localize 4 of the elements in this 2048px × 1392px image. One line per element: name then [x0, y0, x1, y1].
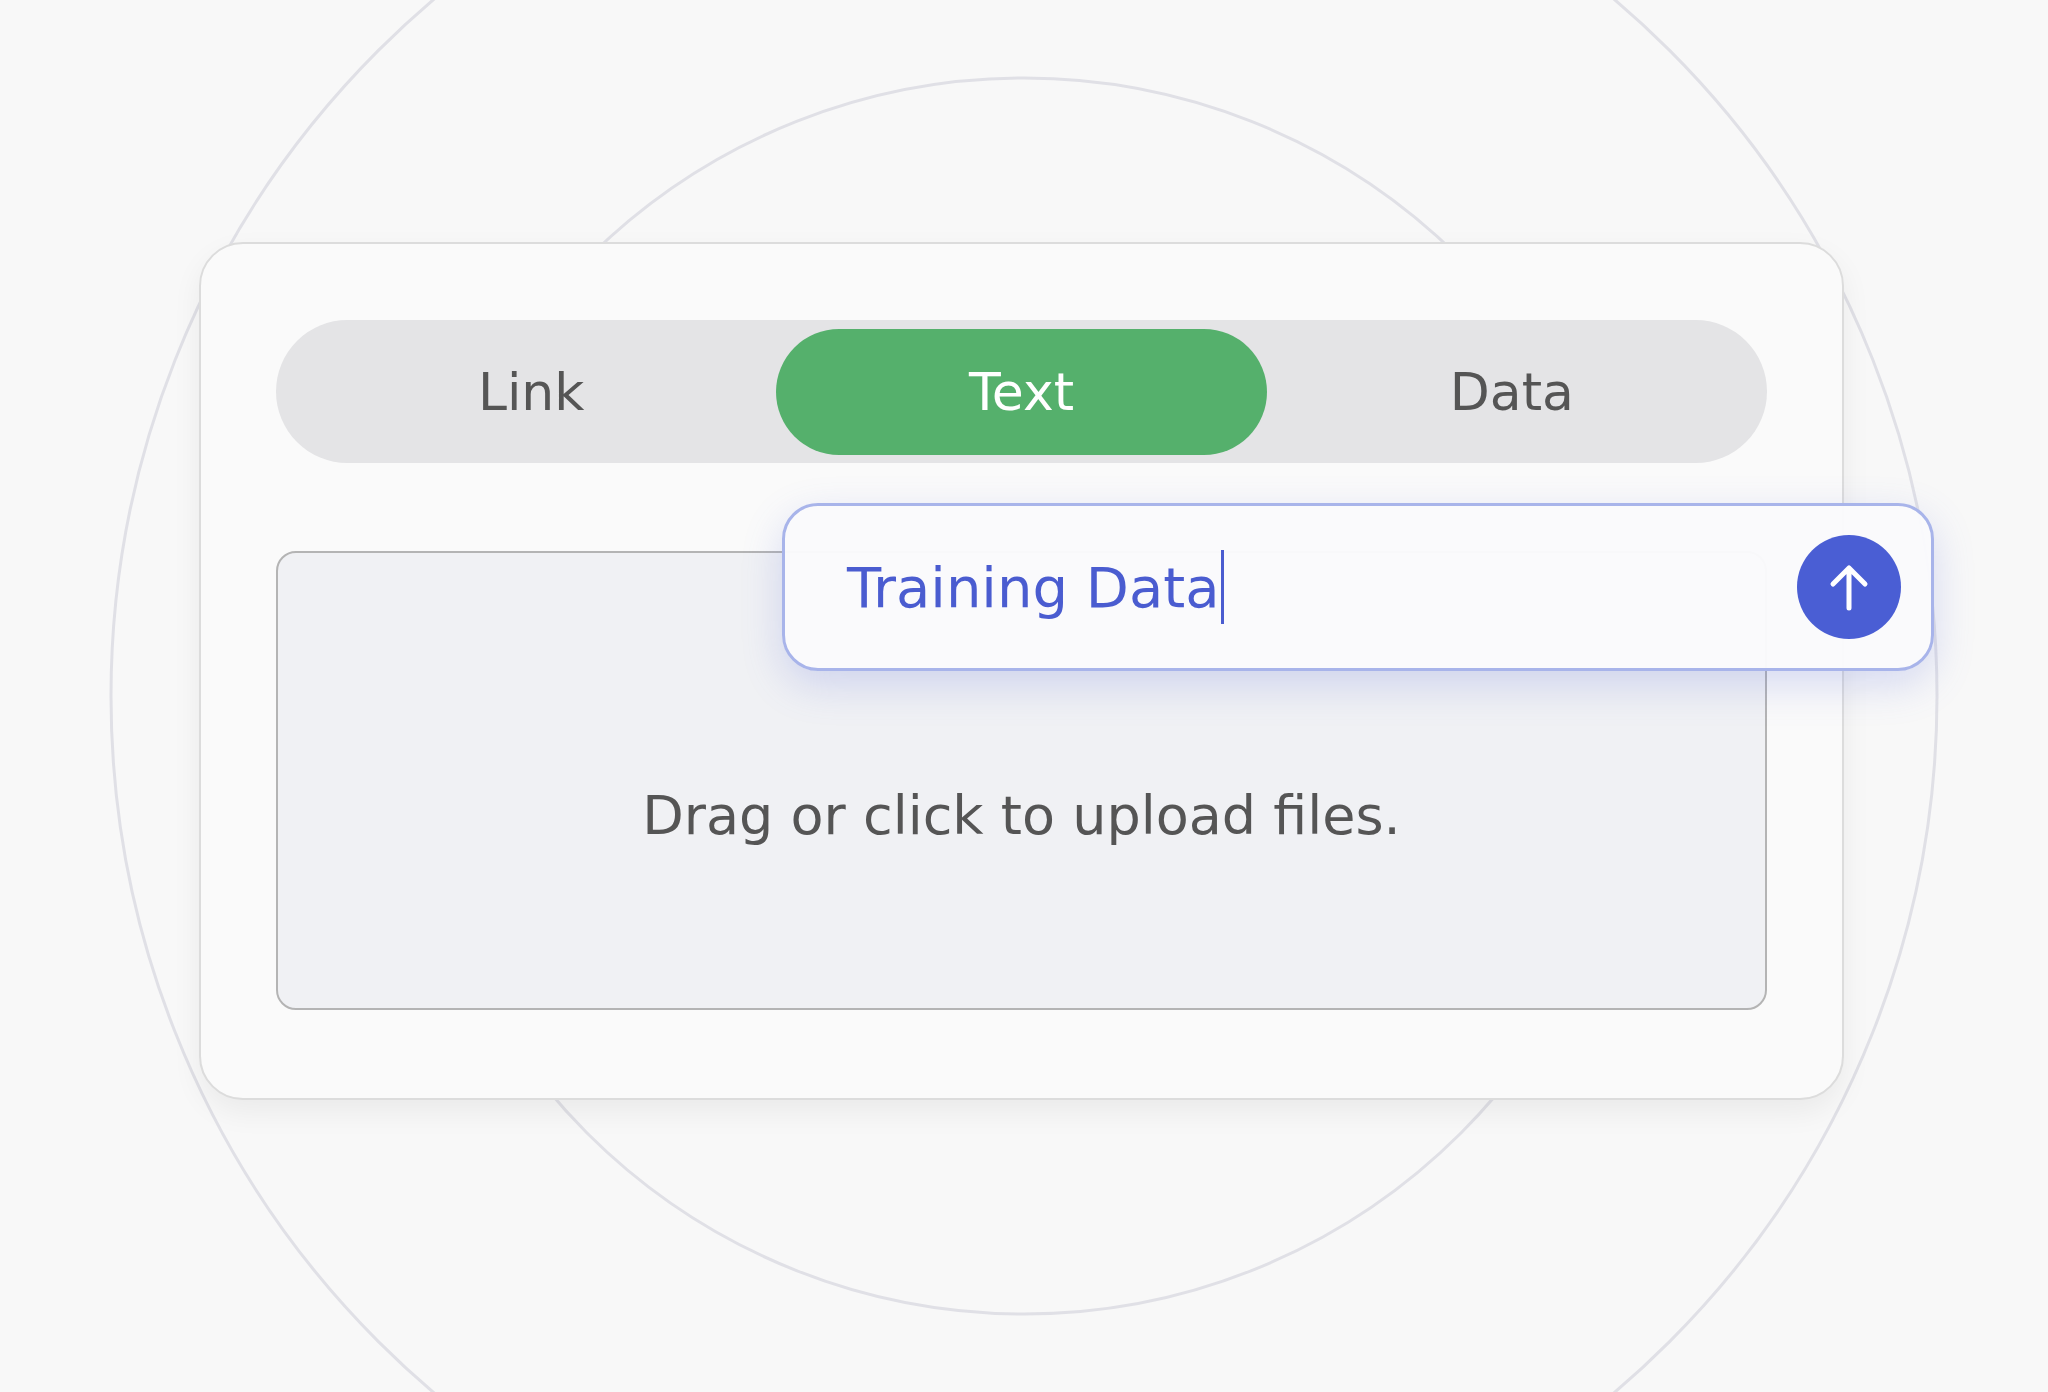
up-arrow-icon: [1829, 562, 1869, 612]
tab[interactable]: Link: [286, 328, 777, 455]
tab[interactable]: Data: [1266, 328, 1757, 455]
upload-instruction: Drag or click to upload files.: [642, 784, 1401, 847]
